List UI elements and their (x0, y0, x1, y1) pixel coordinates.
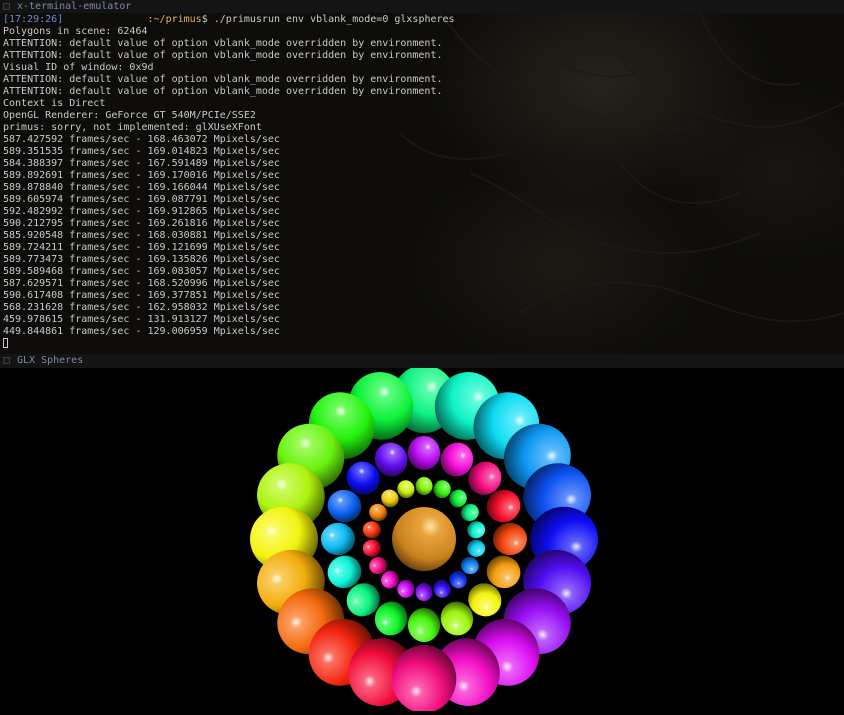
sphere (362, 521, 381, 539)
sphere (321, 522, 355, 556)
output-line: 585.920548 frames/sec - 168.030881 Mpixe… (3, 230, 280, 241)
output-line: ATTENTION: default value of option vblan… (3, 86, 443, 97)
sphere (467, 521, 486, 539)
prompt-command: ./primusrun env vblank_mode=0 glxspheres (207, 14, 455, 25)
output-line: 587.427592 frames/sec - 168.463072 Mpixe… (3, 134, 280, 145)
sphere (415, 477, 433, 495)
glx-render-area[interactable] (0, 365, 844, 713)
prompt-path: :~/primus (147, 14, 202, 25)
output-line: 589.878840 frames/sec - 169.166044 Mpixe… (3, 182, 280, 193)
output-line: 589.724211 frames/sec - 169.121699 Mpixe… (3, 242, 280, 253)
sphere (407, 608, 441, 642)
output-line: 590.617408 frames/sec - 169.377851 Mpixe… (3, 290, 280, 301)
glx-spheres-scene (250, 365, 598, 713)
output-line: primus: sorry, not implemented: glXUseXF… (3, 122, 262, 133)
output-line: OpenGL Renderer: GeForce GT 540M/PCIe/SS… (3, 110, 256, 121)
output-line: 589.351535 frames/sec - 169.014823 Mpixe… (3, 146, 280, 157)
terminal-window-title: x-terminal-emulator (17, 1, 132, 12)
output-line: 568.231628 frames/sec - 162.958032 Mpixe… (3, 302, 280, 313)
center-sphere (392, 507, 456, 571)
cursor-line (3, 338, 455, 350)
sphere (415, 583, 433, 601)
output-line: Polygons in scene: 62464 (3, 26, 148, 37)
output-line: 459.978615 frames/sec - 131.913127 Mpixe… (3, 314, 280, 325)
prompt-line: [17:29:26] :~/primus$ ./primusrun env vb… (3, 14, 455, 26)
output-line: Visual ID of window: 0x9d (3, 62, 154, 73)
output-line: Context is Direct (3, 98, 106, 109)
sphere (362, 539, 381, 557)
window-menu-icon[interactable] (3, 357, 10, 364)
glx-titlebar[interactable]: GLX Spheres (0, 354, 844, 368)
output-line: 584.388397 frames/sec - 167.591489 Mpixe… (3, 158, 280, 169)
output-line: 589.605974 frames/sec - 169.087791 Mpixe… (3, 194, 280, 205)
terminal-cursor (3, 338, 8, 348)
prompt-time: [17:29:26] (3, 14, 64, 25)
sphere (493, 522, 527, 556)
output-line: ATTENTION: default value of option vblan… (3, 74, 443, 85)
output-line: ATTENTION: default value of option vblan… (3, 38, 443, 49)
glx-window-title: GLX Spheres (17, 355, 84, 366)
sphere (391, 645, 457, 713)
sphere (467, 539, 486, 557)
terminal-titlebar[interactable]: x-terminal-emulator (0, 0, 844, 13)
window-menu-icon[interactable] (3, 3, 10, 10)
output-line: 449.844861 frames/sec - 129.006959 Mpixe… (3, 326, 280, 337)
terminal-view[interactable]: [17:29:26] :~/primus$ ./primusrun env vb… (0, 13, 844, 354)
output-line: 592.482992 frames/sec - 169.912865 Mpixe… (3, 206, 280, 217)
output-line: 590.212795 frames/sec - 169.261816 Mpixe… (3, 218, 280, 229)
output-line: 589.773473 frames/sec - 169.135826 Mpixe… (3, 254, 280, 265)
sphere (407, 436, 441, 470)
terminal-output: [17:29:26] :~/primus$ ./primusrun env vb… (3, 14, 455, 350)
output-line: 589.892691 frames/sec - 169.170016 Mpixe… (3, 170, 280, 181)
output-line: 587.629571 frames/sec - 168.520996 Mpixe… (3, 278, 280, 289)
output-line: 589.589468 frames/sec - 169.083057 Mpixe… (3, 266, 280, 277)
output-line: ATTENTION: default value of option vblan… (3, 50, 443, 61)
